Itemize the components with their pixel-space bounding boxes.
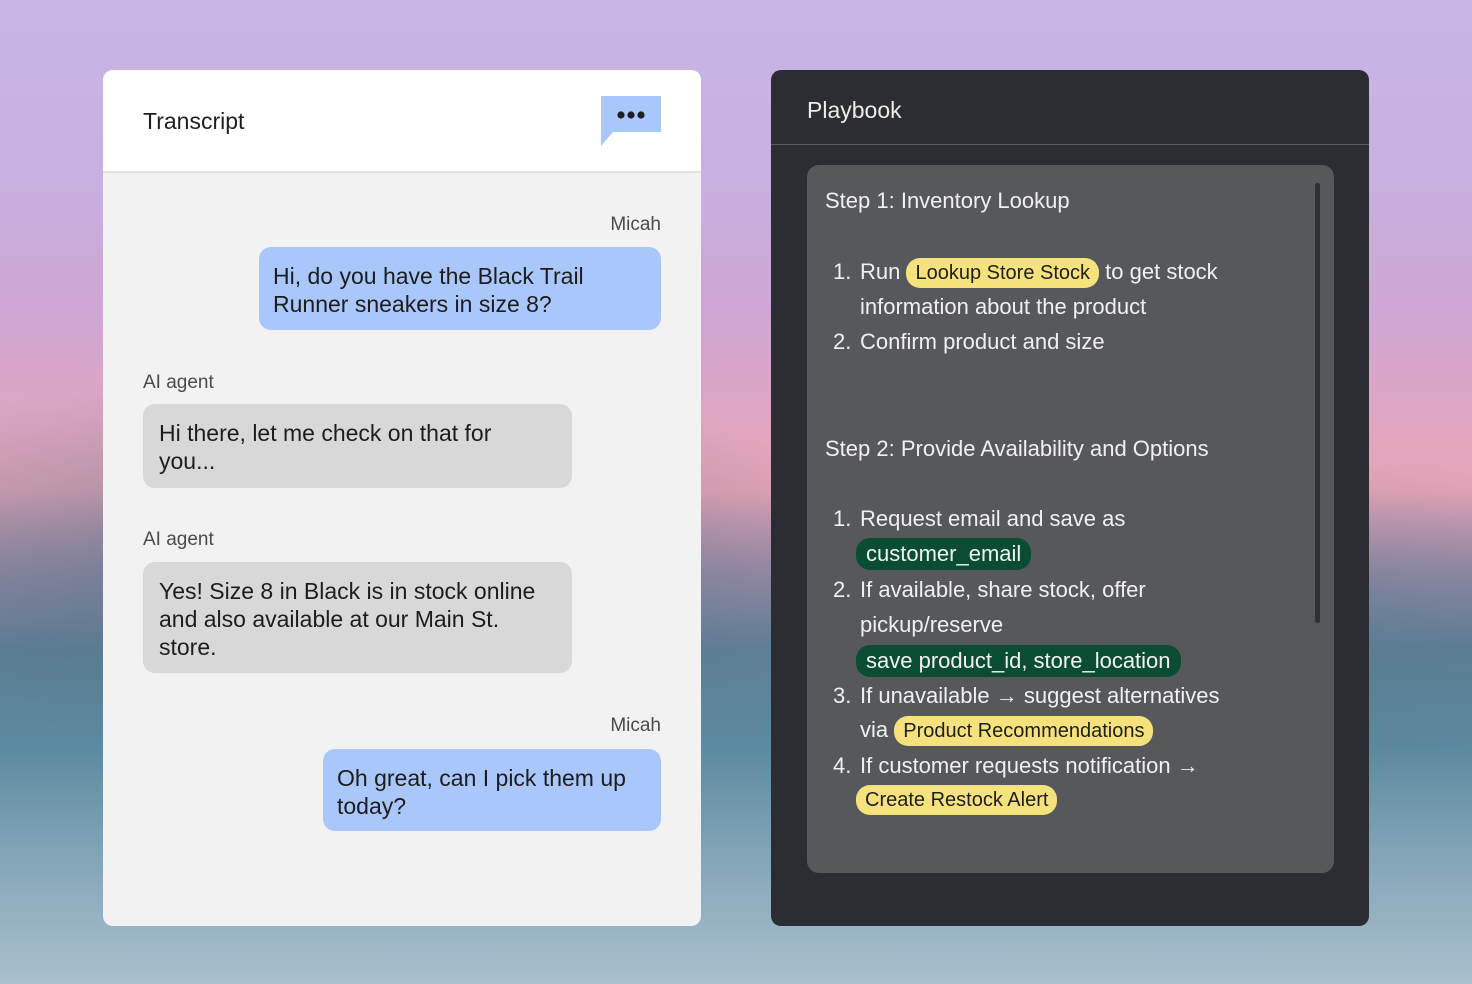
message-line: Hi, do you have the Black Trail	[273, 263, 584, 289]
list-number: 1.	[833, 506, 852, 531]
playbook-panel: Playbook Step 1: Inventory Lookup 1. Run…	[771, 70, 1369, 926]
message-sender: AI agent	[143, 529, 214, 550]
playbook-list-item: 1. Run Lookup Store Stock to get stock	[807, 257, 1307, 288]
transcript-panel: Transcript Micah Hi, do you have the Bla…	[103, 70, 701, 926]
message-line: Yes! Size 8 in Black is in stock online	[159, 578, 536, 604]
message-line: and also available at our Main St.	[159, 606, 500, 632]
list-item-text: If available, share stock, offer	[860, 577, 1146, 602]
agent-message-bubble: Hi there, let me check on that for you..…	[143, 404, 572, 488]
list-number: 2.	[833, 577, 852, 602]
list-item-text-pre: Run	[860, 259, 901, 284]
message-line: Oh great, can I pick them up	[337, 765, 626, 791]
list-item-text: via Product Recommendations	[860, 715, 1154, 746]
list-item-text-post: to get stock	[1105, 259, 1218, 284]
list-item-text: If customer requests notification →	[860, 753, 1199, 778]
transcript-title: Transcript	[143, 108, 245, 134]
message-sender: AI agent	[143, 372, 214, 393]
tool-chip[interactable]: Create Restock Alert	[856, 785, 1058, 815]
user-message-bubble: Hi, do you have the Black Trail Runner s…	[259, 247, 661, 330]
message-line: you...	[159, 448, 216, 474]
message-line: Hi there, let me check on that for	[159, 420, 492, 446]
list-number: 1.	[833, 259, 852, 284]
playbook-content[interactable]: Step 1: Inventory Lookup 1. Run Lookup S…	[807, 165, 1334, 873]
playbook-header: Playbook	[771, 70, 1369, 145]
step-heading: Step 1: Inventory Lookup	[825, 188, 1070, 213]
user-message-bubble: Oh great, can I pick them up today?	[323, 749, 661, 831]
list-number: 4.	[833, 753, 852, 778]
more-dots-icon[interactable]	[601, 96, 661, 146]
list-item-text: Request email and save as	[860, 506, 1126, 531]
list-item-text: pickup/reserve	[860, 612, 1004, 637]
transcript-header: Transcript	[103, 70, 701, 173]
tool-chip[interactable]: Lookup Store Stock	[906, 258, 1100, 288]
step-heading: Step 2: Provide Availability and Options	[825, 436, 1209, 461]
tool-chip[interactable]: Product Recommendations	[894, 716, 1154, 746]
message-sender: Micah	[610, 214, 661, 235]
scrollbar[interactable]	[1315, 183, 1320, 623]
list-item-text: Run Lookup Store Stock to get stock	[860, 257, 1218, 288]
list-item-text: information about the product	[860, 294, 1147, 319]
list-number: 2.	[833, 329, 852, 354]
list-item-text: If unavailable → suggest alternatives	[860, 683, 1220, 708]
message-line: store.	[159, 634, 217, 660]
message-line: today?	[337, 793, 407, 819]
playbook-title: Playbook	[807, 97, 902, 123]
message-sender: Micah	[610, 715, 661, 736]
list-number: 3.	[833, 683, 852, 708]
variable-chip[interactable]: customer_email	[856, 538, 1032, 570]
agent-message-bubble: Yes! Size 8 in Black is in stock online …	[143, 562, 572, 673]
list-item-text: Confirm product and size	[860, 329, 1105, 354]
list-item-text-pre: via	[860, 717, 889, 742]
variable-chip[interactable]: save product_id, store_location	[856, 645, 1181, 677]
message-line: Runner sneakers in size 8?	[273, 291, 552, 317]
